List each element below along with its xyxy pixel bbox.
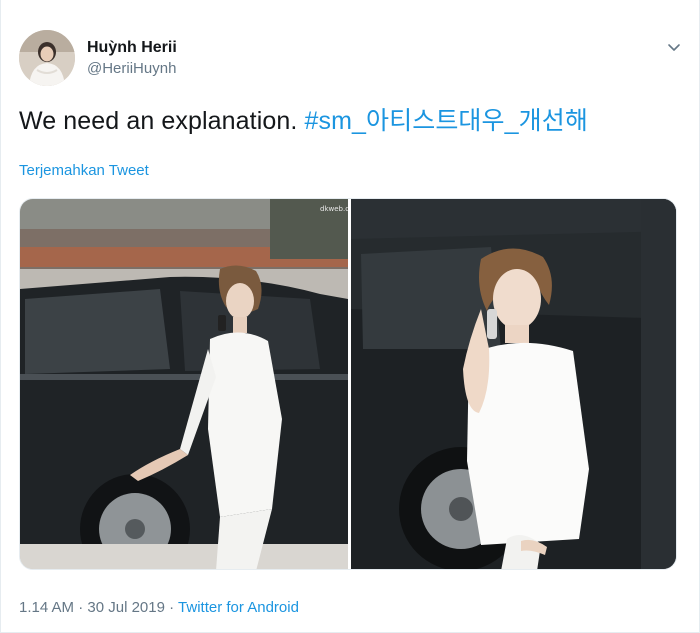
avatar-image [19,30,75,86]
footer-separator: · [74,599,88,616]
photo-right[interactable] [351,199,676,569]
tweet-footer: 1.14 AM · 30 Jul 2019 · Twitter for Andr… [19,598,299,618]
watermark: dkweb.com [320,205,348,213]
tweet-card: Huỳnh Herii @HeriiHuynh We need an expla… [0,0,700,633]
footer-separator-2: · [164,599,179,616]
media-grid: dkweb.com [19,198,677,570]
photo-right-image [351,199,676,569]
tweet-time[interactable]: 1.14 AM [19,599,74,616]
user-names: Huỳnh Herii @HeriiHuynh [87,38,177,79]
translate-tweet-link[interactable]: Terjemahkan Tweet [19,161,149,181]
tweet-text: We need an explanation. #sm_아티스트대우_개선해 [19,104,683,138]
tweet-date[interactable]: 30 Jul 2019 [87,599,165,616]
chevron-down-icon[interactable] [665,38,683,56]
display-name[interactable]: Huỳnh Herii [87,38,177,58]
photo-left-image: dkweb.com [20,199,348,569]
photo-left[interactable]: dkweb.com [20,199,348,569]
avatar[interactable] [19,30,75,86]
tweet-header: Huỳnh Herii @HeriiHuynh [19,30,683,86]
tweet-body: We need an explanation. [19,107,305,135]
tweet-source[interactable]: Twitter for Android [178,599,299,616]
user-handle[interactable]: @HeriiHuynh [87,59,177,79]
hashtag-link[interactable]: #sm_아티스트대우_개선해 [304,107,587,135]
